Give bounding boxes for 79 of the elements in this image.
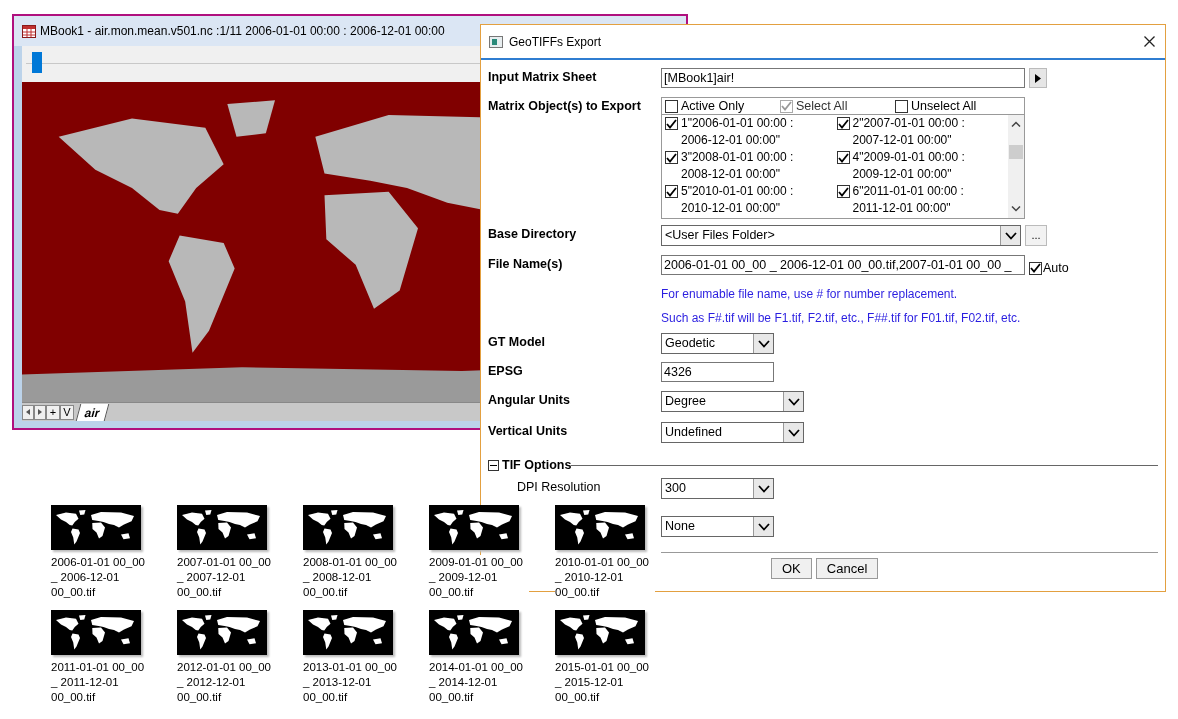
previous-sheet-icon[interactable] [22, 404, 34, 420]
window-title: MBook1 - air.mon.mean.v501.nc :1/11 2006-01-01 00:00 : 2006-12-01 00:00 [40, 23, 445, 40]
sheet-nav-button[interactable]: + [46, 404, 60, 420]
close-icon[interactable] [1144, 36, 1155, 47]
arrow-button[interactable] [1029, 68, 1047, 88]
file-name[interactable]: 2009-01-01 00_00 _ 2009-12-01 00_00.tif [429, 555, 529, 600]
chevron-down-icon [757, 484, 770, 493]
option-label: Active Only [681, 97, 745, 115]
field-label: Vertical Units [488, 424, 568, 438]
file-thumbnail[interactable] [303, 505, 393, 550]
play-arrow-icon [1035, 73, 1041, 83]
option-label: Select All [796, 97, 848, 115]
checkbox[interactable] [836, 117, 850, 130]
file-thumbnail[interactable] [177, 505, 267, 550]
file-thumbnail[interactable] [177, 610, 267, 655]
checkbox[interactable] [836, 151, 850, 164]
checkbox[interactable] [665, 99, 678, 113]
file-thumbnail[interactable] [555, 610, 645, 655]
chevron-down-icon [1004, 231, 1017, 240]
field-label: EPSG [488, 364, 523, 378]
file-thumbnail[interactable] [429, 610, 519, 655]
option-label: Unselect All [911, 97, 977, 115]
hint-text: Such as F#.tif will be F1.tif, F2.tif, etc., F##.tif for F01.tif, F02.tif, etc. [661, 310, 1021, 327]
input-field[interactable]: [MBook1]air! [661, 68, 1025, 88]
file-name-field[interactable]: 2006-01-01 00_00 _ 2006-12-01 00_00.tif,2007-01-01 00_00 _ [661, 255, 1025, 275]
epsg-field[interactable]: 4326 [661, 362, 774, 382]
field-label: Angular Units [488, 393, 570, 407]
dialog-button[interactable]: OK [771, 558, 812, 579]
field-label: DPI Resolution [516, 480, 601, 494]
dropdown[interactable]: Undefined [661, 422, 804, 443]
list-item[interactable]: 1"2006-01-01 00:00 : 2006-12-01 00:00" [681, 115, 817, 149]
chevron-down-icon [787, 428, 800, 437]
checkbox[interactable] [665, 117, 678, 130]
chevron-down-icon [787, 397, 800, 406]
checkbox[interactable] [895, 99, 908, 113]
next-sheet-icon[interactable] [34, 404, 46, 420]
section-title: TIF Options [502, 457, 572, 475]
collapse-icon[interactable] [488, 460, 499, 471]
file-thumbnail[interactable] [555, 505, 645, 550]
grid-icon [22, 24, 36, 38]
file-name[interactable]: 2010-01-01 00_00 _ 2010-12-01 00_00.tif [555, 555, 655, 600]
list-item[interactable]: 5"2010-01-01 00:00 : 2010-12-01 00:00" [681, 183, 817, 217]
checkbox[interactable] [836, 185, 850, 198]
app-icon [489, 35, 503, 48]
file-thumbnail[interactable] [51, 505, 141, 550]
hint-text: For enumable file name, use # for number replacement. [661, 286, 958, 303]
checkbox[interactable] [1029, 261, 1042, 275]
slider-thumb[interactable] [32, 52, 43, 73]
sheet-nav-button[interactable]: V [60, 404, 74, 420]
directory-dropdown[interactable]: <User Files Folder> [661, 225, 1021, 246]
file-thumbnail[interactable] [303, 610, 393, 655]
dialog-title: GeoTIFFs Export [509, 33, 602, 51]
dialog-button[interactable]: Cancel [815, 558, 879, 579]
dropdown[interactable]: 300 [661, 478, 774, 499]
dropdown[interactable]: Degree [661, 391, 804, 412]
list-item[interactable]: 4"2009-01-01 00:00 : 2009-12-01 00:00" [852, 149, 989, 183]
checkbox[interactable] [665, 185, 678, 198]
field-label: Matrix Object(s) to Export [488, 99, 641, 113]
chevron-down-icon [757, 339, 770, 348]
sheet-tab[interactable]: air [75, 403, 109, 421]
field-label: GT Model [488, 335, 545, 349]
chevron-down-icon [757, 522, 770, 531]
field-label: Input Matrix Sheet [488, 70, 597, 84]
list-item[interactable]: 3"2008-01-01 00:00 : 2008-12-01 00:00" [681, 149, 817, 183]
list-item[interactable]: 6"2011-01-01 00:00 : 2011-12-01 00:00" [852, 183, 989, 217]
file-thumbnail[interactable] [51, 610, 141, 655]
list-item[interactable]: 2"2007-01-01 00:00 : 2007-12-01 00:00" [852, 115, 989, 149]
chevron-down-icon[interactable] [1011, 206, 1021, 212]
scrollbar[interactable] [1008, 115, 1024, 218]
checkbox[interactable] [665, 151, 678, 164]
field-label: Base Directory [488, 227, 577, 241]
checkbox-label: Auto [1043, 260, 1069, 277]
dropdown[interactable]: None [661, 516, 774, 537]
field-label: File Name(s) [488, 257, 563, 271]
dropdown[interactable]: Geodetic [661, 333, 774, 354]
browse-button[interactable]: ... [1025, 225, 1047, 246]
file-thumbnail[interactable] [429, 505, 519, 550]
chevron-up-icon[interactable] [1011, 121, 1021, 127]
scrollbar-thumb[interactable] [1009, 144, 1023, 159]
